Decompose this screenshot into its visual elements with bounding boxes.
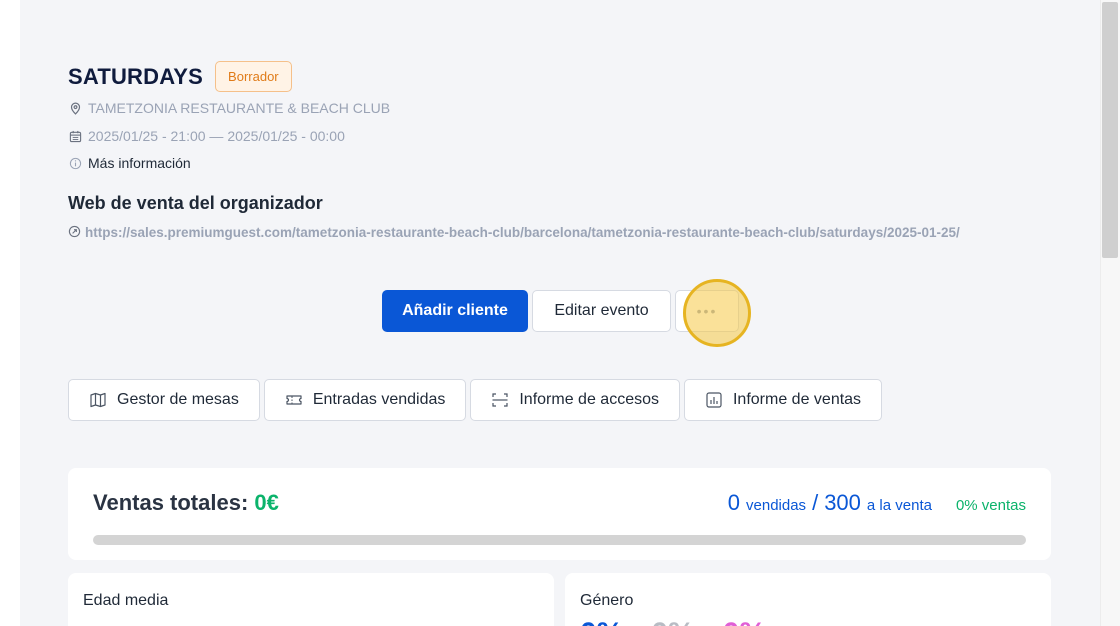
venue-name: TAMETZONIA RESTAURANTE & BEACH CLUB — [88, 100, 391, 116]
sales-progress-bar — [93, 535, 1026, 545]
total-sales-label: Ventas totales: — [93, 490, 249, 515]
event-actions: Añadir cliente Editar evento ••• — [382, 290, 739, 332]
more-options-button[interactable]: ••• — [675, 290, 739, 332]
scrollbar-thumb[interactable] — [1102, 2, 1118, 258]
sales-summary: 0 vendidas / 300 a la venta 0% ventas — [728, 490, 1026, 516]
more-info-label: Más información — [88, 155, 191, 171]
more-info-link[interactable]: Más información — [68, 155, 191, 171]
sold-label: vendidas — [746, 497, 807, 514]
gender-male-percent: 0% — [580, 617, 623, 626]
gender-values: 0% 0% 0% — [580, 617, 766, 626]
organizer-web-url-text: https://sales.premiumguest.com/tametzoni… — [85, 225, 960, 240]
left-gutter — [0, 0, 20, 626]
scan-icon — [491, 391, 509, 409]
for-sale-count: 300 — [824, 490, 861, 515]
tab-label: Entradas vendidas — [312, 391, 446, 408]
tab-sales-report[interactable]: Informe de ventas — [683, 379, 883, 421]
location-pin-icon — [68, 101, 82, 115]
tab-label: Informe de accesos — [519, 391, 659, 408]
tab-access-report[interactable]: Informe de accesos — [470, 379, 680, 421]
gender-title: Género — [580, 592, 634, 609]
event-dates: 2025/01/25 - 21:00 — 2025/01/25 - 00:00 — [88, 128, 345, 144]
calendar-icon — [68, 129, 82, 143]
event-page: SATURDAYS Borrador TAMETZONIA RESTAURANT… — [20, 0, 1100, 626]
tab-tickets-sold[interactable]: Entradas vendidas — [263, 379, 467, 421]
gender-other-percent: 0% — [651, 617, 694, 626]
organizer-web-url[interactable]: https://sales.premiumguest.com/tametzoni… — [68, 219, 1053, 246]
tab-table-manager[interactable]: Gestor de mesas — [68, 379, 260, 421]
gender-female-percent: 0% — [723, 617, 766, 626]
event-header: SATURDAYS Borrador — [68, 61, 292, 92]
add-client-button[interactable]: Añadir cliente — [382, 290, 528, 332]
average-age-title: Edad media — [83, 592, 169, 609]
sold-count: 0 — [727, 490, 741, 515]
for-sale-label: a la venta — [866, 497, 932, 514]
bar-chart-icon — [705, 391, 723, 409]
event-title: SATURDAYS — [68, 63, 204, 89]
total-sales-amount: 0€ — [254, 490, 279, 515]
venue-line: TAMETZONIA RESTAURANTE & BEACH CLUB — [68, 100, 390, 116]
dates-line: 2025/01/25 - 21:00 — 2025/01/25 - 00:00 — [68, 128, 345, 144]
sales-percent: 0% ventas — [955, 497, 1026, 514]
link-icon — [68, 220, 81, 238]
average-age-card: Edad media — [68, 573, 554, 626]
total-sales-card: Ventas totales: 0€ 0 vendidas / 300 a la… — [68, 468, 1051, 560]
ticket-icon — [285, 391, 303, 409]
map-icon — [89, 391, 107, 409]
status-badge: Borrador — [215, 61, 292, 92]
gender-card: Género 0% 0% 0% — [565, 573, 1051, 626]
event-tabs: Gestor de mesas Entradas vendidas Inform… — [68, 379, 883, 421]
vertical-scrollbar[interactable] — [1100, 0, 1120, 626]
sales-separator: / — [812, 490, 819, 515]
edit-event-button[interactable]: Editar evento — [532, 290, 671, 332]
tab-label: Informe de ventas — [732, 391, 862, 408]
info-icon — [68, 156, 82, 170]
organizer-web-heading: Web de venta del organizador — [68, 193, 323, 213]
total-sales-title: Ventas totales: 0€ — [93, 490, 279, 516]
tab-label: Gestor de mesas — [117, 391, 239, 408]
